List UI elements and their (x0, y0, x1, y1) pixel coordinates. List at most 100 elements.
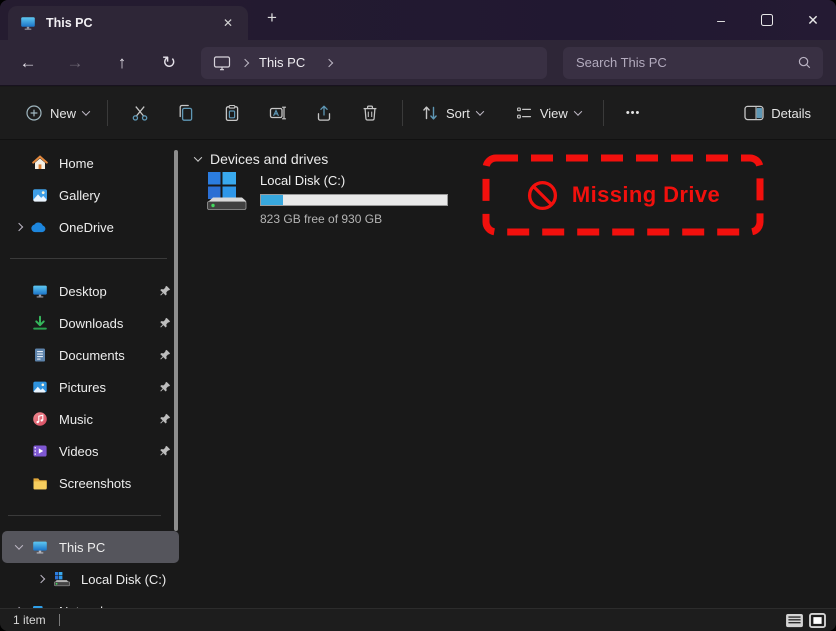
search-input[interactable] (574, 54, 797, 71)
documents-icon (30, 347, 50, 363)
sidebar-item-local-disk-c[interactable]: Local Disk (C:) (2, 563, 179, 595)
copy-button[interactable] (163, 95, 209, 131)
details-view-button[interactable] (785, 613, 804, 628)
item-count: 1 item (13, 613, 46, 627)
view-button[interactable]: View (506, 98, 590, 128)
details-pane-icon (744, 105, 764, 121)
sidebar-item-label: Gallery (59, 188, 171, 203)
chevron-down-icon (476, 107, 484, 115)
paste-button[interactable] (209, 95, 255, 131)
divider (59, 614, 60, 626)
onedrive-cloud-icon (30, 221, 50, 233)
breadcrumb[interactable]: This PC (201, 47, 547, 79)
rename-icon (269, 104, 287, 122)
large-icons-view-icon (809, 613, 826, 628)
up-button[interactable]: ↑ (107, 48, 137, 78)
sidebar-scrollbar[interactable] (174, 150, 178, 531)
chevron-down-icon (82, 107, 90, 115)
large-icons-view-button[interactable] (809, 613, 826, 628)
sidebar-item-label: Desktop (59, 284, 155, 299)
chevron-right-icon[interactable] (325, 58, 333, 66)
refresh-button[interactable]: ↻ (154, 48, 184, 78)
drive-usage-fill (261, 195, 283, 205)
sidebar-item-downloads[interactable]: Downloads (2, 307, 179, 339)
new-button[interactable]: New (16, 98, 98, 128)
section-header-label: Devices and drives (210, 151, 328, 167)
back-button[interactable]: ← (13, 48, 43, 78)
new-tab-button[interactable]: + (260, 8, 284, 28)
chevron-right-icon[interactable] (37, 575, 45, 583)
pin-icon (155, 445, 171, 457)
close-tab-button[interactable]: ✕ (218, 15, 238, 31)
view-list-icon (515, 104, 533, 122)
local-disk-icon (52, 571, 72, 587)
main-panel: Devices and drives Local Disk (C:) 823 G… (185, 140, 836, 608)
sidebar-item-screenshots[interactable]: Screenshots (2, 467, 179, 499)
sidebar-item-label: Screenshots (59, 476, 171, 491)
minimize-button[interactable]: – (698, 0, 744, 40)
forward-button[interactable]: → (60, 48, 90, 78)
explorer-tab[interactable]: This PC ✕ (8, 6, 248, 40)
search-icon[interactable] (797, 55, 812, 70)
sidebar-item-home[interactable]: Home (2, 147, 179, 179)
sidebar-item-pictures[interactable]: Pictures (2, 371, 179, 403)
missing-drive-annotation: Missing Drive (482, 154, 764, 236)
view-button-label: View (540, 106, 568, 121)
divider (402, 100, 403, 126)
breadcrumb-this-pc[interactable]: This PC (259, 55, 305, 70)
local-disk-tile[interactable]: Local Disk (C:) 823 GB free of 930 GB (203, 168, 448, 226)
new-button-label: New (50, 106, 76, 121)
chevron-down-icon[interactable] (15, 541, 23, 549)
cut-button[interactable] (117, 95, 163, 131)
details-button-label: Details (771, 106, 811, 121)
sort-button-label: Sort (446, 106, 470, 121)
annotation-content: Missing Drive (482, 154, 764, 236)
tab-title: This PC (46, 16, 208, 30)
sidebar-item-music[interactable]: Music (2, 403, 179, 435)
details-pane-button[interactable]: Details (735, 99, 820, 127)
divider (603, 100, 604, 126)
sidebar-item-label: Downloads (59, 316, 155, 331)
file-explorer-window: This PC ✕ + – ✕ ← → ↑ ↻ This PC (0, 0, 836, 631)
maximize-button[interactable] (744, 0, 790, 40)
sidebar-item-desktop[interactable]: Desktop (2, 275, 179, 307)
delete-button[interactable] (347, 95, 393, 131)
sidebar-divider (10, 258, 167, 259)
sidebar-item-videos[interactable]: Videos (2, 435, 179, 467)
this-pc-monitor-icon (20, 15, 36, 31)
chevron-right-icon[interactable] (241, 58, 249, 66)
details-view-icon (785, 613, 804, 628)
sidebar: Home Gallery OneDrive Desktop (0, 140, 185, 608)
chevron-right-icon[interactable] (15, 223, 23, 231)
chevron-down-icon[interactable] (194, 153, 202, 161)
drive-usage-bar (260, 194, 448, 206)
this-pc-monitor-icon (30, 539, 50, 555)
sidebar-item-this-pc[interactable]: This PC (2, 531, 179, 563)
drive-info: Local Disk (C:) 823 GB free of 930 GB (260, 168, 448, 226)
annotation-label: Missing Drive (572, 182, 720, 208)
rename-button[interactable] (255, 95, 301, 131)
drive-name: Local Disk (C:) (260, 173, 448, 188)
sidebar-item-documents[interactable]: Documents (2, 339, 179, 371)
sidebar-item-gallery[interactable]: Gallery (2, 179, 179, 211)
divider (107, 100, 108, 126)
sidebar-item-label: Documents (59, 348, 155, 363)
home-icon (30, 155, 50, 171)
drive-free-space: 823 GB free of 930 GB (260, 212, 448, 226)
trash-icon (361, 104, 379, 122)
sidebar-item-label: Local Disk (C:) (81, 572, 171, 587)
more-options-button[interactable]: ••• (617, 101, 650, 125)
section-header-devices-and-drives[interactable]: Devices and drives (195, 151, 328, 167)
folder-icon (30, 475, 50, 491)
nav-buttons: ← → ↑ ↻ (13, 48, 184, 78)
sidebar-item-network[interactable]: Network (2, 595, 179, 608)
share-button[interactable] (301, 95, 347, 131)
sort-button[interactable]: Sort (412, 98, 492, 128)
sidebar-item-onedrive[interactable]: OneDrive (2, 211, 179, 243)
sidebar-divider (8, 515, 161, 516)
close-window-button[interactable]: ✕ (790, 0, 836, 40)
title-bar: This PC ✕ + – ✕ (0, 0, 836, 40)
view-toggles (785, 613, 826, 628)
pin-icon (155, 381, 171, 393)
share-icon (315, 104, 333, 122)
